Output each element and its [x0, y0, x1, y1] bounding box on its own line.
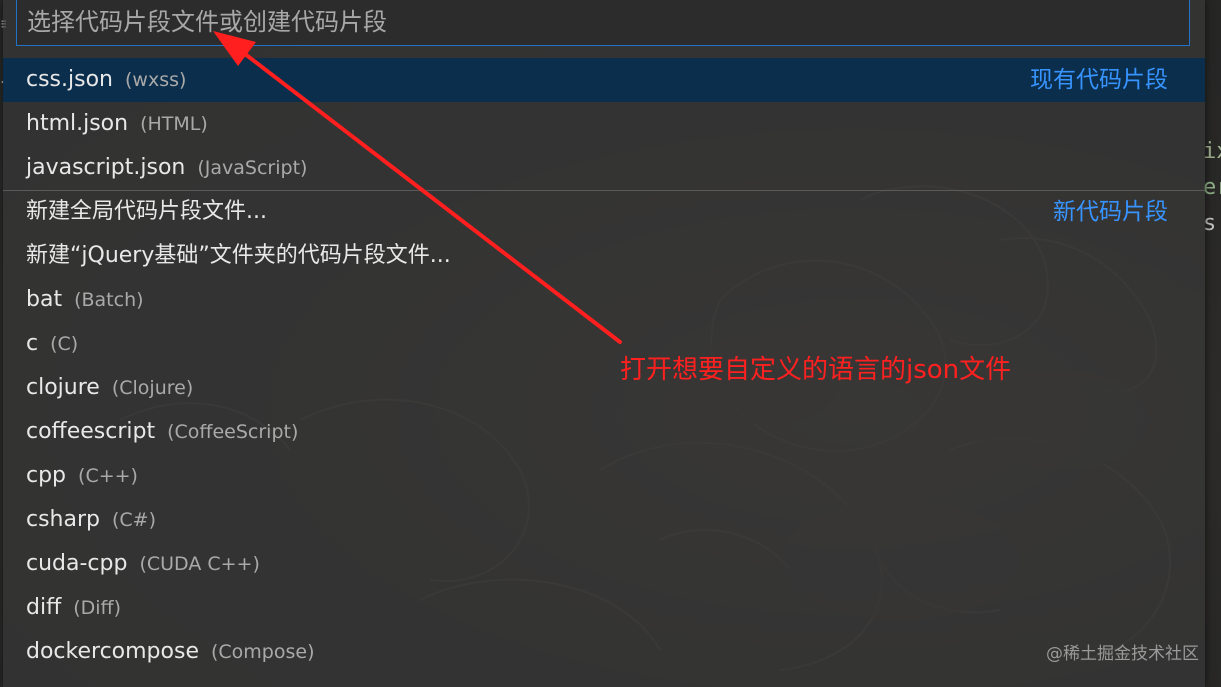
- snippet-search-input[interactable]: [27, 4, 1177, 40]
- quick-pick-input-box: [16, 0, 1190, 46]
- item-description: (Diff): [73, 597, 122, 619]
- list-item-bat[interactable]: bat (Batch): [3, 278, 1205, 322]
- item-label: dockercompose: [26, 639, 199, 664]
- item-label: bat: [26, 287, 63, 312]
- list-item-dockercompose[interactable]: dockercompose (Compose): [3, 630, 1205, 674]
- screen: ix er s ≡ < css.json(wxss) 现有代码片段 html.j…: [0, 0, 1221, 687]
- code-fragment-2: er: [1203, 175, 1221, 200]
- list-item-csharp[interactable]: csharp (C#): [3, 498, 1205, 542]
- group-label-existing-snippets: 现有代码片段: [1030, 67, 1168, 93]
- item-description: (CUDA C++): [139, 553, 260, 575]
- item-label: 新建全局代码片段文件...: [26, 199, 267, 224]
- item-description: (C#): [112, 509, 157, 531]
- item-label: 新建“jQuery基础”文件夹的代码片段文件...: [26, 243, 451, 268]
- item-label: coffeescript: [26, 419, 156, 444]
- list-item-new-global-snippets[interactable]: 新建全局代码片段文件... 新代码片段: [3, 190, 1205, 234]
- list-item-cuda-cpp[interactable]: cuda-cpp (CUDA C++): [3, 542, 1205, 586]
- item-description: (Clojure): [111, 377, 194, 399]
- item-description: (HTML): [140, 113, 208, 135]
- code-fragment-3: s: [1203, 211, 1217, 236]
- item-label: csharp: [26, 507, 100, 532]
- list-item-css-json[interactable]: css.json (wxss) 现有代码片段: [3, 58, 1205, 102]
- list-item-new-folder-snippets[interactable]: 新建“jQuery基础”文件夹的代码片段文件...: [3, 234, 1205, 278]
- annotation-text: 打开想要自定义的语言的json文件: [620, 355, 1012, 385]
- list-item-coffeescript[interactable]: coffeescript (CoffeeScript): [3, 410, 1205, 454]
- item-label: cpp: [26, 463, 67, 488]
- item-label: c: [26, 331, 39, 356]
- list-item-clojure[interactable]: clojure (Clojure): [3, 366, 1205, 410]
- editor-background-strip: [1205, 0, 1221, 687]
- watermark: @稀土掘金技术社区: [1046, 644, 1199, 664]
- item-description: (Batch): [74, 289, 144, 311]
- item-description: (wxss): [125, 69, 187, 91]
- item-label: css.json: [26, 67, 113, 92]
- quick-pick-panel: css.json (wxss) 现有代码片段 html.json (HTML) ja…: [3, 0, 1205, 687]
- item-description: (C++): [78, 465, 138, 487]
- list-item-diff[interactable]: diff (Diff): [3, 586, 1205, 630]
- item-label: diff: [26, 595, 62, 620]
- group-separator: [3, 190, 1205, 191]
- list-item-cpp[interactable]: cpp (C++): [3, 454, 1205, 498]
- list-item-html-json[interactable]: html.json (HTML): [3, 102, 1205, 146]
- item-description: (Compose): [210, 641, 315, 663]
- item-label: html.json: [26, 111, 129, 136]
- editor-code-fragments: ix er s: [1203, 134, 1221, 242]
- list-item-javascript-json[interactable]: javascript.json (JavaScript): [3, 146, 1205, 190]
- item-label: javascript.json: [26, 155, 186, 180]
- group-label-new-snippets: 新代码片段: [1053, 199, 1168, 225]
- item-label: cuda-cpp: [26, 551, 128, 576]
- item-label: clojure: [26, 375, 100, 400]
- list-item-c[interactable]: c (C): [3, 322, 1205, 366]
- item-description: (JavaScript): [197, 157, 308, 179]
- item-description: (CoffeeScript): [167, 421, 299, 443]
- quick-pick-list: css.json (wxss) 现有代码片段 html.json (HTML) ja…: [3, 58, 1205, 674]
- code-fragment-1: ix: [1203, 139, 1221, 164]
- item-description: (C): [50, 333, 79, 355]
